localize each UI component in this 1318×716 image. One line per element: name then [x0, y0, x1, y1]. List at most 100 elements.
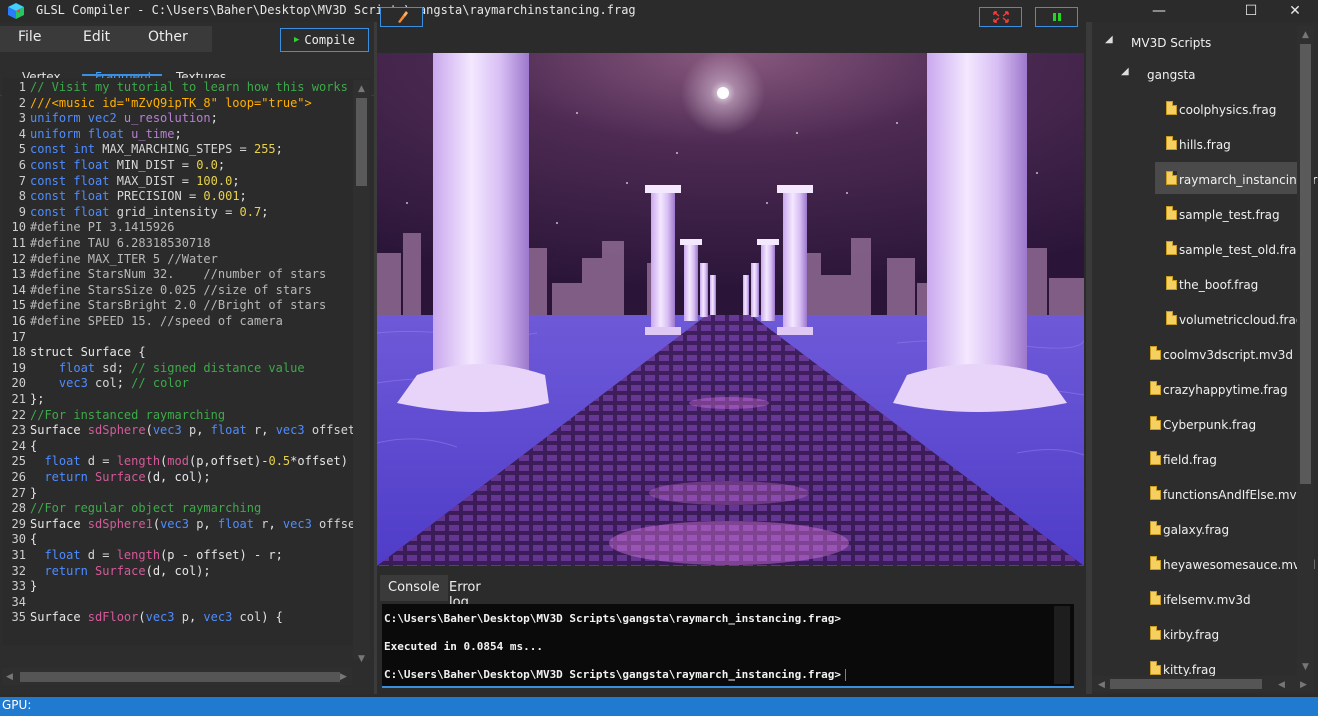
brush-button[interactable]: [380, 7, 423, 27]
code-token: ;: [174, 126, 182, 141]
menu-edit[interactable]: Edit: [83, 29, 110, 45]
code-token: grid_intensity =: [116, 204, 240, 219]
code-token: offset: [311, 423, 356, 438]
code-token: PRECISION =: [116, 189, 204, 204]
scroll-arrow-icon[interactable]: ◀: [1098, 680, 1105, 690]
tree-file-item[interactable]: the_boof.frag: [1166, 276, 1258, 292]
tree-file-item[interactable]: ifelsemv.mv3d: [1150, 591, 1251, 607]
scroll-arrow-icon[interactable]: ◀: [1278, 680, 1285, 690]
shader-preview-canvas[interactable]: [377, 53, 1084, 566]
expand-arrow-icon[interactable]: ◢: [1121, 66, 1129, 77]
tree-file-item[interactable]: coolphysics.frag: [1166, 101, 1276, 117]
menu-other[interactable]: Other: [148, 29, 188, 45]
tree-file-item[interactable]: Cyberpunk.frag: [1150, 416, 1256, 432]
code-text: const float MIN_DIST = 0.0;: [30, 158, 225, 174]
code-token: //For regular object raymarching: [30, 501, 262, 516]
line-number: 24: [11, 438, 26, 453]
tree-item-label: volumetriccloud.frag: [1179, 313, 1304, 327]
code-token: 0.5: [268, 454, 291, 469]
expand-arrow-icon[interactable]: ◢: [1105, 34, 1113, 45]
editor-horizontal-scroll-thumb[interactable]: [20, 672, 340, 682]
code-text: return Surface(d, col);: [30, 470, 210, 486]
tree-vertical-scroll-thumb[interactable]: [1300, 44, 1311, 484]
tree-file-item[interactable]: kirby.frag: [1150, 626, 1219, 642]
line-number: 14: [11, 282, 26, 297]
tree-item-label: sample_test_old.frag: [1179, 243, 1304, 257]
tree-file-item[interactable]: hills.frag: [1166, 136, 1231, 152]
tab-console[interactable]: Console: [380, 575, 448, 601]
scroll-left-arrow-icon[interactable]: ◀: [6, 672, 13, 682]
code-token: #define StarsSize 0.025 //size of stars: [30, 282, 312, 297]
code-token: MAX_MARCHING_STEPS =: [102, 142, 254, 157]
code-text: const float MAX_DIST = 100.0;: [30, 174, 240, 190]
compile-button[interactable]: ▶ Compile: [280, 28, 369, 52]
tree-file-item[interactable]: coolmv3dscript.mv3d: [1150, 346, 1293, 362]
maximize-button[interactable]: ☐: [1228, 0, 1274, 22]
file-icon: [1150, 556, 1161, 570]
line-number: 12: [11, 251, 26, 266]
code-text: Surface sdSphere(vec3 p, float r, vec3 o…: [30, 423, 355, 439]
code-token: struct Surface {: [30, 345, 146, 360]
code-text: //For regular object raymarching: [30, 501, 261, 517]
code-token: length: [116, 548, 161, 562]
tab-error-log[interactable]: Error log: [441, 575, 489, 610]
code-token: Surface: [30, 516, 88, 531]
code-token: ,: [196, 423, 211, 438]
tree-horizontal-scroll-thumb[interactable]: [1110, 679, 1262, 689]
code-token: const: [30, 158, 74, 172]
line-number: 29: [11, 516, 26, 531]
scroll-right-arrow-icon[interactable]: ▶: [340, 672, 347, 682]
code-token: ;: [116, 376, 132, 391]
editor-vertical-scroll-thumb[interactable]: [356, 98, 367, 186]
scroll-arrow-icon[interactable]: ▲: [1302, 30, 1309, 40]
pause-button[interactable]: [1035, 7, 1078, 27]
tree-file-item[interactable]: galaxy.frag: [1150, 521, 1229, 537]
scroll-arrow-icon[interactable]: ▶: [1300, 680, 1307, 690]
tree-file-item[interactable]: crazyhappytime.frag: [1150, 381, 1288, 397]
code-text: {: [30, 532, 37, 548]
tree-file-item[interactable]: field.frag: [1150, 451, 1217, 467]
code-editor[interactable]: 1 // Visit my tutorial to learn how this …: [2, 78, 371, 645]
scroll-up-arrow-icon[interactable]: ▲: [358, 84, 365, 94]
line-number: 9: [18, 204, 26, 219]
code-token: const: [30, 204, 74, 219]
code-text: const float grid_intensity = 0.7;: [30, 205, 268, 221]
code-token: u_time: [131, 126, 175, 141]
code-token: {: [30, 532, 38, 547]
tree-file-item[interactable]: heyawesomesauce.mv3d: [1150, 556, 1315, 572]
minimize-button[interactable]: —: [1136, 0, 1182, 22]
code-token: d =: [87, 548, 117, 562]
scroll-down-arrow-icon[interactable]: ▼: [358, 654, 365, 664]
fullscreen-button[interactable]: [979, 7, 1022, 27]
active-tab-indicator: [82, 74, 162, 76]
tree-file-item[interactable]: volumetriccloud.frag: [1166, 311, 1304, 327]
code-token: ;: [217, 158, 226, 172]
code-token: const: [30, 142, 74, 157]
code-token: #define TAU 6.28318530718: [30, 236, 211, 250]
code-token: // Visit my tutorial to learn how this w…: [30, 80, 348, 94]
file-icon: [1150, 486, 1161, 500]
line-number: 22: [11, 407, 26, 422]
console-scrollbar[interactable]: [1054, 606, 1070, 684]
tree-folder-gangsta[interactable]: ◢ gangsta: [1121, 66, 1196, 82]
console-line: C:\Users\Baher\Desktop\MV3D Scripts\gang…: [384, 612, 841, 625]
line-number: 2: [18, 95, 26, 110]
code-token: (: [152, 516, 161, 531]
line-number: 30: [11, 532, 26, 547]
close-button[interactable]: ✕: [1272, 0, 1318, 22]
console-output[interactable]: C:\Users\Baher\Desktop\MV3D Scripts\gang…: [382, 604, 1074, 688]
tree-root-folder[interactable]: ◢ MV3D Scripts: [1105, 34, 1211, 50]
file-icon: [1150, 521, 1161, 535]
tree-file-item[interactable]: functionsAndIfElse.mv3d: [1150, 486, 1312, 502]
line-number: 19: [11, 360, 26, 375]
tree-file-item[interactable]: sample_test.frag: [1166, 206, 1280, 222]
tree-file-item[interactable]: sample_test_old.frag: [1166, 241, 1304, 257]
tree-file-item[interactable]: kitty.frag: [1150, 661, 1216, 677]
code-token: (p,offset)-: [188, 454, 269, 469]
code-token: mod: [167, 454, 189, 469]
code-token: return: [30, 563, 96, 578]
menu-file[interactable]: File: [18, 29, 41, 45]
scroll-arrow-icon[interactable]: ▼: [1302, 662, 1309, 672]
code-text: float d = length(mod(p,offset)-0.5*offse…: [30, 454, 348, 470]
play-icon: ▶: [294, 35, 300, 45]
